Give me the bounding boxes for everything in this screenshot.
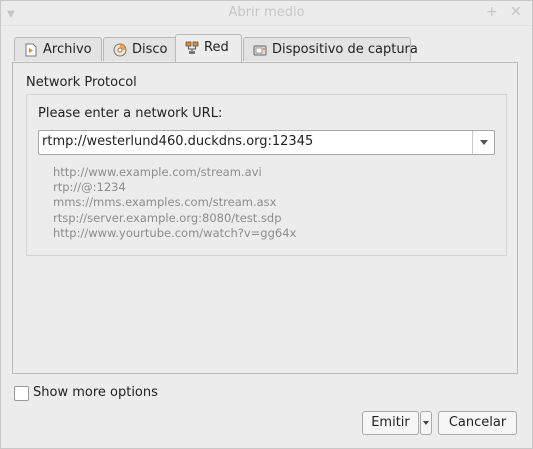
disc-icon (113, 43, 127, 57)
chevron-down-icon[interactable] (472, 131, 494, 154)
tab-dispositivo-captura[interactable]: Dispositivo de captura (243, 37, 418, 61)
network-protocol-heading: Network Protocol (26, 75, 137, 90)
play-button[interactable]: Emitir (362, 411, 419, 435)
example-url: rtp://@:1234 (53, 180, 126, 195)
network-icon (185, 41, 199, 54)
network-tab-panel: Network Protocol Please enter a network … (12, 62, 518, 374)
show-more-checkbox[interactable] (14, 386, 29, 401)
play-options-dropdown[interactable] (420, 411, 432, 435)
tab-label: Dispositivo de captura (272, 42, 418, 57)
close-icon[interactable]: ✕ (510, 4, 522, 20)
tab-archivo[interactable]: Archivo (14, 37, 102, 61)
file-play-icon (25, 43, 37, 57)
cancel-button[interactable]: Cancelar (438, 411, 517, 435)
tab-label: Red (204, 40, 229, 55)
example-url: http://www.yourtube.com/watch?v=gg64x (53, 225, 297, 240)
title-bar: ▼ Abrir medio + ✕ (1, 1, 532, 26)
example-url: http://www.example.com/stream.avi (53, 165, 262, 179)
network-url-group: Please enter a network URL: rtmp://weste… (26, 94, 507, 256)
example-url: mms://mms.examples.com/stream.asx (53, 195, 277, 210)
capture-device-icon (253, 45, 267, 56)
network-url-combobox[interactable]: rtmp://westerlund460.duckdns.org:12345 (38, 130, 495, 155)
tab-red[interactable]: Red (175, 34, 242, 62)
show-more-label[interactable]: Show more options (33, 385, 158, 400)
window-title: Abrir medio (228, 5, 305, 20)
open-media-dialog: ▼ Abrir medio + ✕ Archivo Disco Red Disp… (0, 0, 533, 449)
tab-label: Archivo (43, 42, 92, 57)
tab-label: Disco (132, 42, 168, 57)
maximize-icon[interactable]: + (486, 4, 498, 20)
network-url-input[interactable]: rtmp://westerlund460.duckdns.org:12345 (42, 134, 313, 149)
url-examples: http://www.example.com/stream.avi rtp://… (53, 165, 296, 241)
url-label: Please enter a network URL: (38, 106, 223, 121)
example-url: rtsp://server.example.org:8080/test.sdp (53, 210, 282, 225)
